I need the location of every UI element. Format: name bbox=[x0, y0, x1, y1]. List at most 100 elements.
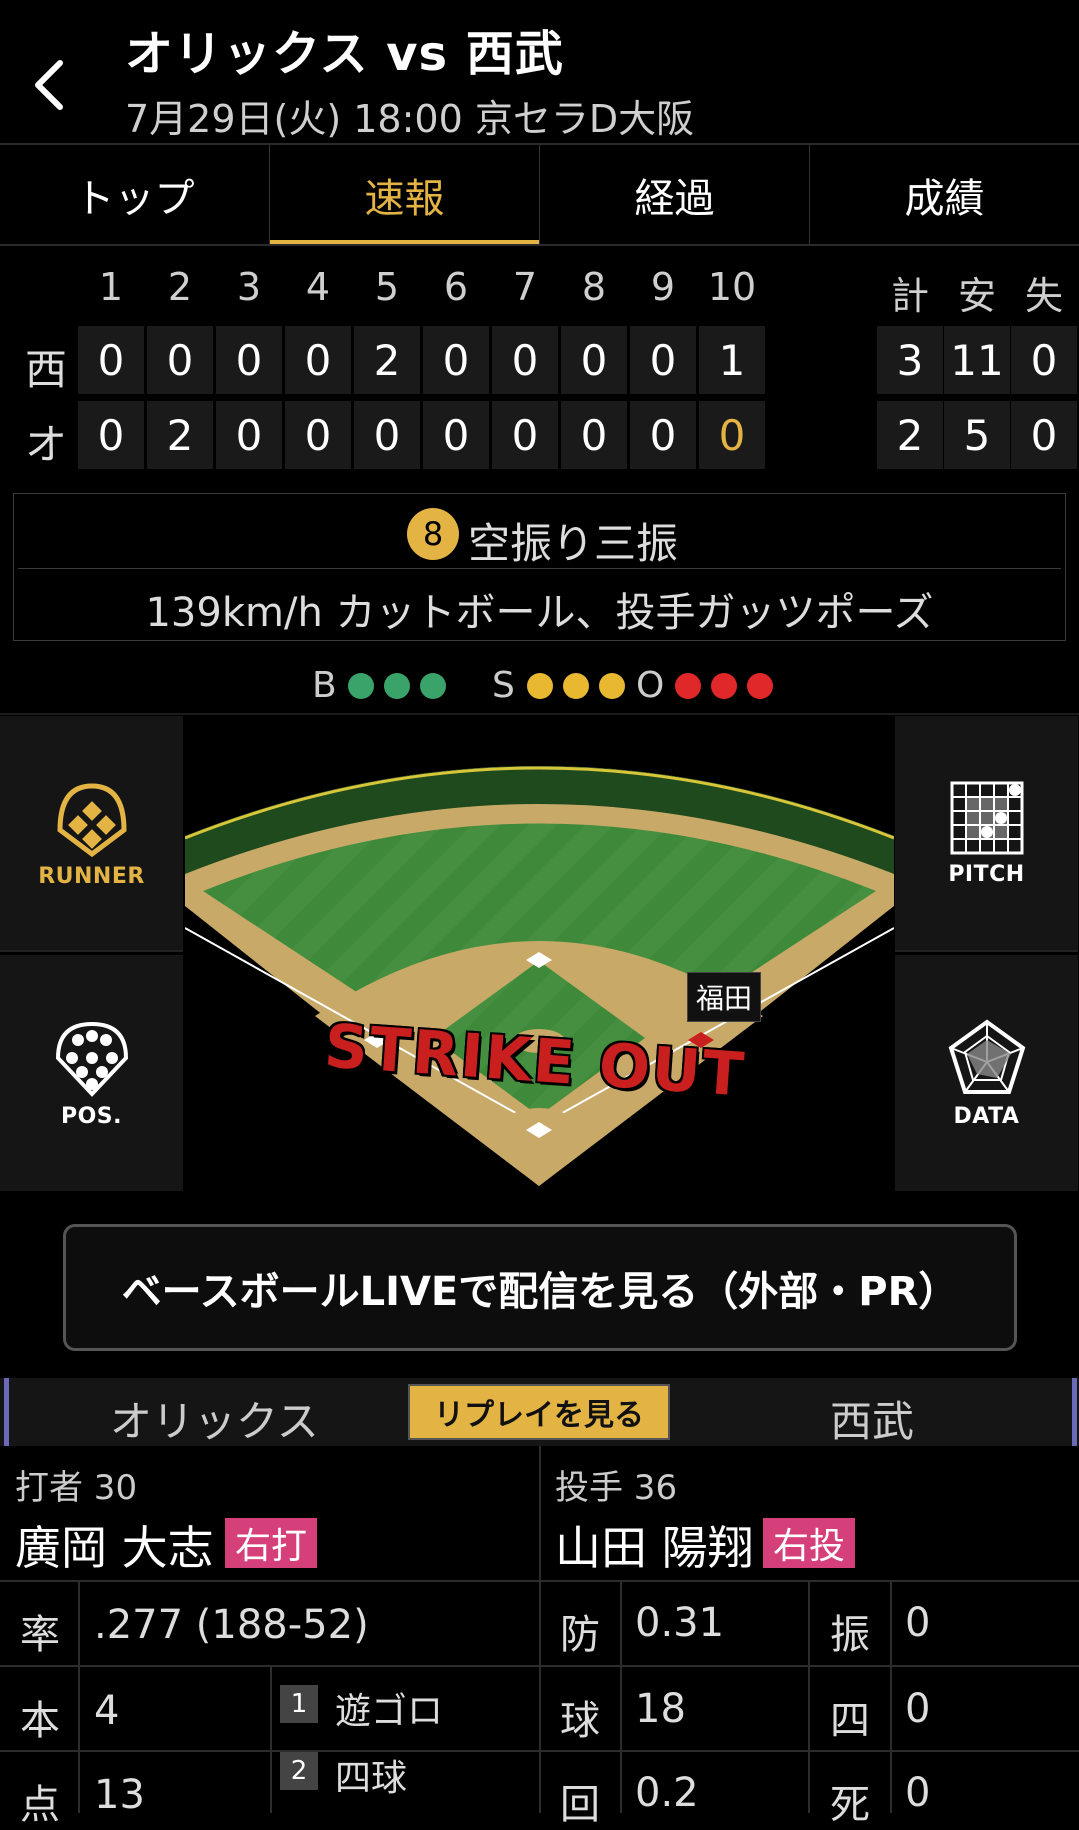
pitcher-stat-key: 死 bbox=[830, 1782, 870, 1828]
at-bat-result: 遊ゴロ bbox=[335, 1691, 444, 1732]
chevron-left-icon bbox=[35, 60, 63, 110]
inning-header: 7 bbox=[512, 265, 538, 309]
divider bbox=[890, 1580, 892, 1813]
tab-top[interactable]: トップ bbox=[0, 145, 270, 245]
baseball-field bbox=[185, 766, 894, 1186]
data-button[interactable]: DATA bbox=[895, 955, 1078, 1191]
inning-score: 0 bbox=[630, 326, 696, 394]
out-dot bbox=[675, 673, 701, 699]
inning-score: 0 bbox=[561, 401, 627, 469]
strike-count-label: S bbox=[492, 665, 515, 706]
inning-score: 0 bbox=[78, 326, 144, 394]
totals-header: 計 bbox=[890, 274, 929, 318]
divider bbox=[0, 1665, 1079, 1667]
tab-live[interactable]: 速報 bbox=[270, 145, 540, 245]
tab-bar: トップ 速報 経過 成績 bbox=[0, 145, 1079, 245]
inning-header: 1 bbox=[98, 265, 124, 309]
position-button[interactable]: POS. bbox=[0, 955, 183, 1191]
tab-progress[interactable]: 経過 bbox=[540, 145, 810, 245]
divider bbox=[0, 244, 1079, 246]
radar-chart-icon bbox=[948, 1019, 1025, 1094]
inning-score: 0 bbox=[78, 401, 144, 469]
inning-score: 0 bbox=[216, 326, 282, 394]
pitcher-name[interactable]: 山田 陽翔 bbox=[555, 1512, 754, 1578]
batter-stat-key: 率 bbox=[20, 1612, 60, 1658]
inning-score: 0 bbox=[285, 326, 351, 394]
inning-score: 0 bbox=[285, 401, 351, 469]
home-team-label: オリックス bbox=[110, 1397, 319, 1446]
game-info: 7月29日(火) 18:00 京セラD大阪 bbox=[125, 97, 695, 141]
batter-stat-value: 13 bbox=[94, 1772, 145, 1818]
pitcher-stat-key: 振 bbox=[830, 1612, 870, 1658]
play-number-badge: 8 bbox=[407, 508, 459, 560]
runner-button[interactable]: RUNNER bbox=[0, 716, 183, 952]
pos-label: POS. bbox=[60, 1103, 123, 1129]
ball-count-label: B bbox=[312, 665, 337, 706]
batter-stat-key: 本 bbox=[20, 1698, 60, 1744]
pitcher-stat-value: 0 bbox=[905, 1686, 931, 1732]
page-title: オリックス vs 西武 bbox=[125, 26, 564, 82]
inning-score: 0 bbox=[147, 326, 213, 394]
ball-dot bbox=[348, 673, 374, 699]
back-button[interactable] bbox=[30, 55, 80, 115]
team-edge-accent bbox=[4, 1378, 9, 1446]
pitcher-stat-value: 0 bbox=[905, 1600, 931, 1646]
batter-stat-key: 点 bbox=[20, 1782, 60, 1828]
watch-live-button[interactable]: ベースボールLIVEで配信を見る（外部・PR） bbox=[63, 1224, 1017, 1351]
inning-score: 0 bbox=[216, 401, 282, 469]
divider bbox=[620, 1580, 622, 1813]
inning-header: 5 bbox=[374, 265, 400, 309]
ball-dot bbox=[420, 673, 446, 699]
data-label: DATA bbox=[953, 1103, 1020, 1129]
pitcher-stat-key: 四 bbox=[830, 1698, 870, 1744]
batter-hand-badge: 右打 bbox=[225, 1518, 318, 1568]
divider bbox=[0, 1580, 1079, 1582]
inning-header: 8 bbox=[581, 265, 607, 309]
pitcher-role: 投手 36 bbox=[555, 1468, 678, 1508]
totals-header: 失 bbox=[1024, 274, 1063, 318]
runner-name-tag: 福田 bbox=[687, 972, 762, 1022]
inning-header: 3 bbox=[236, 265, 262, 309]
inning-score: 2 bbox=[147, 401, 213, 469]
out-dot bbox=[747, 673, 773, 699]
strike-dot bbox=[563, 673, 589, 699]
total-stat: 3 bbox=[877, 326, 943, 394]
inning-score: 0 bbox=[423, 326, 489, 394]
at-bat-result: 四球 bbox=[335, 1758, 408, 1799]
inning-score: 0 bbox=[699, 401, 765, 469]
totals-header: 安 bbox=[957, 274, 996, 318]
inning-score: 0 bbox=[354, 401, 420, 469]
tab-stats[interactable]: 成績 bbox=[810, 145, 1079, 245]
pitcher-stat-key: 防 bbox=[560, 1612, 600, 1658]
pitch-button[interactable]: PITCH bbox=[895, 716, 1078, 952]
pitch-grid-icon bbox=[950, 781, 1023, 854]
total-stat: 2 bbox=[877, 401, 943, 469]
pitcher-stat-value: 0.2 bbox=[635, 1770, 699, 1816]
replay-button[interactable]: リプレイを見る bbox=[408, 1384, 670, 1440]
diamond-runner-icon bbox=[56, 782, 127, 857]
inning-score: 1 bbox=[699, 326, 765, 394]
inning-score: 0 bbox=[630, 401, 696, 469]
inning-header: 6 bbox=[443, 265, 469, 309]
ball-dot bbox=[384, 673, 410, 699]
out-dot bbox=[711, 673, 737, 699]
at-bat-number: 1 bbox=[280, 1685, 318, 1723]
strike-dot bbox=[527, 673, 553, 699]
strike-dot bbox=[599, 673, 625, 699]
inning-header: 2 bbox=[167, 265, 193, 309]
team-abbr: 西 bbox=[24, 345, 67, 394]
total-stat: 0 bbox=[1011, 326, 1077, 394]
batter-name[interactable]: 廣岡 大志 bbox=[15, 1512, 214, 1578]
inning-score: 0 bbox=[492, 401, 558, 469]
pitcher-stat-value: 0 bbox=[905, 1770, 931, 1816]
play-result-title: 空振り三振 bbox=[468, 519, 679, 568]
total-stat: 5 bbox=[944, 401, 1010, 469]
inning-score: 0 bbox=[492, 326, 558, 394]
inning-header: 4 bbox=[305, 265, 331, 309]
pitcher-stat-key: 回 bbox=[560, 1782, 600, 1828]
inning-header: 9 bbox=[650, 265, 676, 309]
divider bbox=[0, 1750, 1079, 1752]
batter-stat-value: 4 bbox=[94, 1688, 120, 1734]
inning-header: 10 bbox=[707, 265, 757, 309]
divider bbox=[0, 713, 1079, 715]
